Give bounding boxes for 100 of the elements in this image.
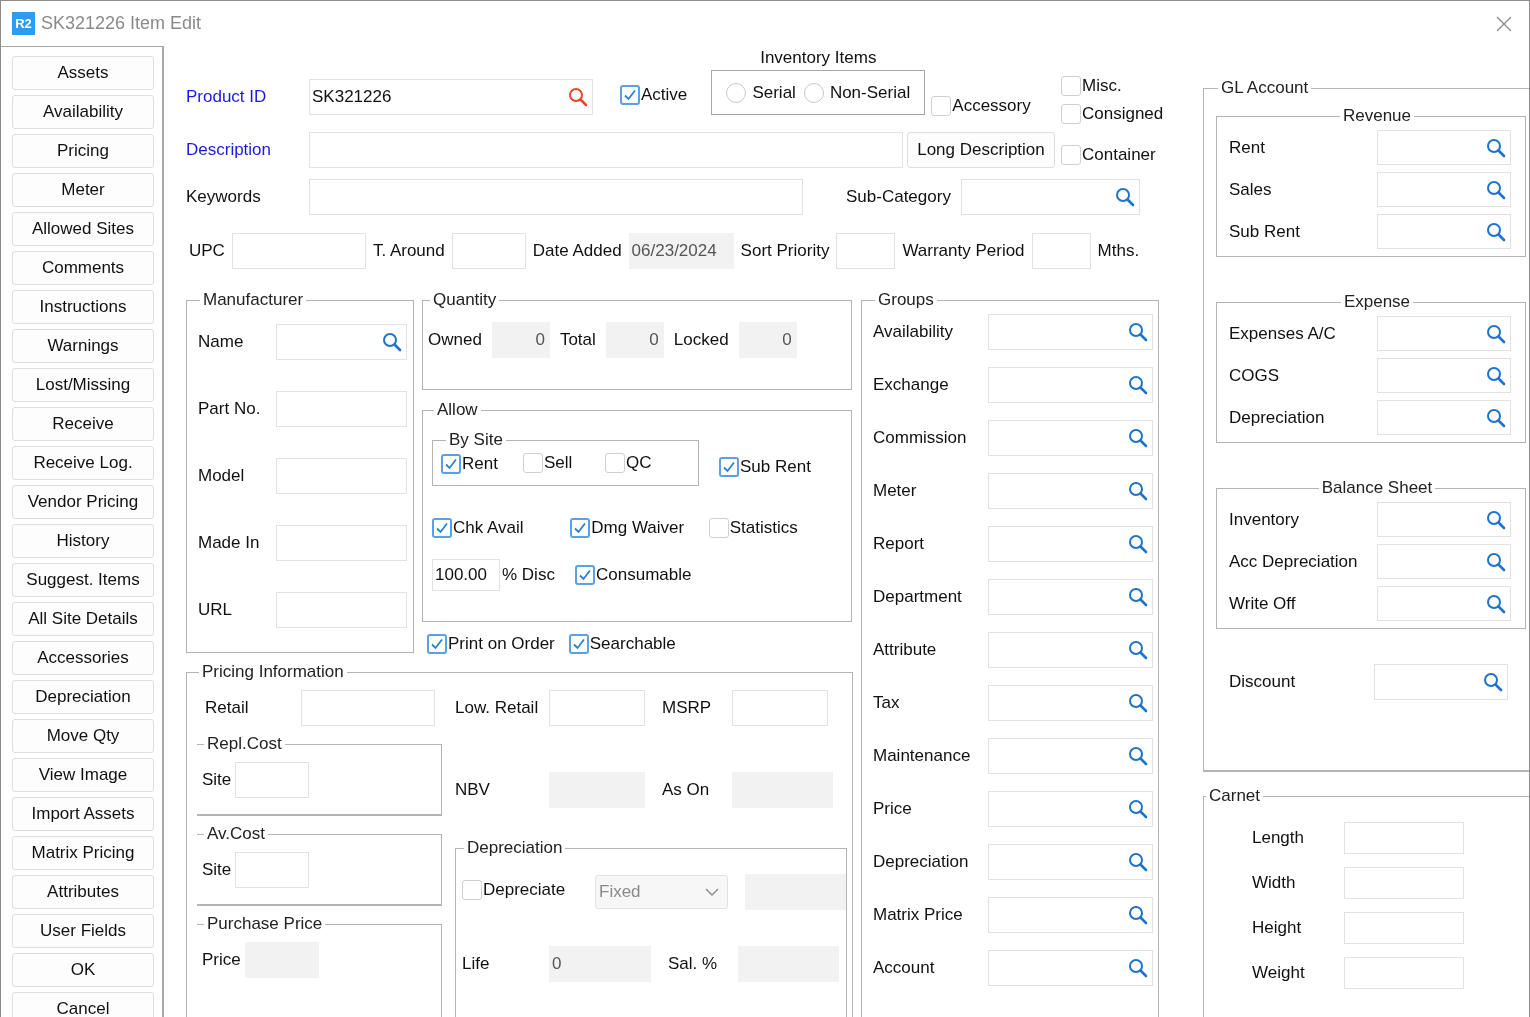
text-field[interactable] bbox=[732, 690, 828, 726]
checkbox[interactable]: Consigned bbox=[1061, 104, 1164, 124]
text-field[interactable] bbox=[988, 844, 1153, 880]
search-icon[interactable] bbox=[1486, 551, 1506, 572]
text-field[interactable] bbox=[1377, 400, 1511, 435]
text-field[interactable]: 0 bbox=[605, 322, 664, 358]
text-field[interactable]: 0 bbox=[491, 322, 550, 358]
text-field[interactable] bbox=[1344, 822, 1464, 854]
text-field[interactable] bbox=[988, 420, 1153, 456]
checkbox[interactable]: Dmg Waiver bbox=[570, 518, 685, 538]
sidebar-button[interactable]: History bbox=[12, 524, 154, 558]
text-field[interactable] bbox=[988, 791, 1153, 827]
text-field[interactable] bbox=[1377, 544, 1511, 579]
text-field[interactable] bbox=[235, 762, 310, 798]
text-field[interactable] bbox=[988, 632, 1153, 668]
text-field[interactable] bbox=[276, 525, 407, 561]
search-icon[interactable] bbox=[1486, 137, 1506, 158]
search-icon[interactable] bbox=[1128, 534, 1148, 554]
search-icon[interactable] bbox=[1128, 905, 1148, 925]
sidebar-button[interactable]: OK bbox=[12, 953, 154, 987]
text-field[interactable] bbox=[988, 738, 1153, 774]
search-icon[interactable] bbox=[1128, 375, 1148, 395]
sidebar-button[interactable]: Accessories bbox=[12, 641, 154, 675]
text-field[interactable] bbox=[276, 324, 407, 360]
text-field[interactable] bbox=[1377, 214, 1511, 249]
sidebar-button[interactable]: Warnings bbox=[12, 329, 154, 363]
search-icon[interactable] bbox=[1128, 428, 1148, 448]
sidebar-button[interactable]: Instructions bbox=[12, 290, 154, 324]
sidebar-button[interactable]: Receive bbox=[12, 407, 154, 441]
sidebar-button[interactable]: Pricing bbox=[12, 134, 154, 168]
search-icon[interactable] bbox=[1486, 323, 1506, 344]
text-field[interactable] bbox=[988, 579, 1153, 615]
sidebar-button[interactable]: Lost/Missing bbox=[12, 368, 154, 402]
text-field[interactable] bbox=[549, 690, 645, 726]
text-field[interactable] bbox=[988, 685, 1153, 721]
checkbox[interactable]: Statistics bbox=[708, 518, 798, 538]
text-field[interactable] bbox=[309, 132, 903, 168]
sidebar-button[interactable]: Assets bbox=[12, 56, 154, 90]
text-field[interactable] bbox=[960, 179, 1140, 215]
checkbox[interactable]: Accessory bbox=[931, 96, 1031, 116]
text-field[interactable] bbox=[1031, 232, 1091, 269]
text-field[interactable] bbox=[309, 179, 803, 215]
text-field[interactable] bbox=[276, 391, 407, 427]
sidebar-button[interactable]: View Image bbox=[12, 758, 154, 792]
search-icon[interactable] bbox=[1128, 852, 1148, 872]
text-field[interactable] bbox=[988, 526, 1153, 562]
text-field[interactable] bbox=[1377, 358, 1511, 393]
search-icon[interactable] bbox=[1128, 958, 1148, 978]
checkbox[interactable]: Searchable bbox=[568, 634, 676, 654]
checkbox[interactable]: Consumable bbox=[575, 565, 692, 585]
text-field[interactable] bbox=[276, 592, 407, 628]
checkbox[interactable]: Container bbox=[1061, 145, 1156, 165]
checkbox[interactable]: Depreciate bbox=[462, 879, 566, 900]
text-field[interactable] bbox=[988, 314, 1153, 350]
text-field[interactable] bbox=[988, 367, 1153, 403]
checkbox[interactable]: Chk Avail bbox=[432, 518, 524, 538]
text-field[interactable] bbox=[1344, 867, 1464, 899]
sidebar-button[interactable]: Vendor Pricing bbox=[12, 485, 154, 519]
radio-button[interactable]: Serial bbox=[726, 82, 796, 103]
checkbox[interactable]: Rent bbox=[441, 454, 498, 474]
search-icon[interactable] bbox=[1114, 187, 1135, 207]
text-field[interactable] bbox=[988, 473, 1153, 509]
search-icon[interactable] bbox=[1128, 746, 1148, 766]
text-field[interactable] bbox=[1344, 912, 1464, 944]
text-field[interactable] bbox=[301, 690, 435, 726]
sidebar-button[interactable]: Comments bbox=[12, 251, 154, 285]
sidebar-button[interactable]: Import Assets bbox=[12, 797, 154, 831]
search-icon[interactable] bbox=[1486, 509, 1506, 530]
sidebar-button[interactable]: Move Qty bbox=[12, 719, 154, 753]
text-field[interactable] bbox=[1377, 172, 1511, 207]
text-field[interactable]: 0 bbox=[549, 946, 651, 982]
text-field[interactable] bbox=[988, 950, 1153, 986]
checkbox[interactable]: QC bbox=[605, 453, 652, 473]
text-field[interactable] bbox=[1377, 316, 1511, 351]
search-icon[interactable] bbox=[1128, 693, 1148, 713]
checkbox[interactable]: Sell bbox=[523, 453, 573, 473]
search-icon[interactable] bbox=[1486, 407, 1506, 428]
search-icon[interactable] bbox=[1486, 179, 1506, 200]
search-icon[interactable] bbox=[1483, 672, 1503, 692]
sidebar-button[interactable]: Availability bbox=[12, 95, 154, 129]
sidebar-button[interactable]: Matrix Pricing bbox=[12, 836, 154, 870]
checkbox[interactable]: Sub Rent bbox=[719, 457, 811, 477]
search-icon[interactable] bbox=[1486, 593, 1506, 614]
search-icon[interactable] bbox=[1486, 221, 1506, 242]
checkbox[interactable]: Misc. bbox=[1061, 76, 1122, 96]
text-field[interactable] bbox=[1377, 130, 1511, 165]
sidebar-button[interactable]: Allowed Sites bbox=[12, 212, 154, 246]
text-field[interactable] bbox=[451, 232, 526, 269]
sidebar-button[interactable]: Suggest. Items bbox=[12, 563, 154, 597]
search-icon[interactable] bbox=[1128, 481, 1148, 501]
sidebar-button[interactable]: User Fields bbox=[12, 914, 154, 948]
search-icon[interactable] bbox=[1486, 365, 1506, 386]
checkbox[interactable]: Active bbox=[620, 85, 688, 105]
search-icon[interactable] bbox=[382, 332, 402, 352]
text-field[interactable] bbox=[276, 458, 407, 494]
search-icon[interactable] bbox=[1128, 640, 1148, 660]
product-id-link[interactable]: Product ID bbox=[186, 86, 309, 107]
text-field[interactable]: 100.00 bbox=[432, 559, 500, 591]
sidebar-button[interactable]: All Site Details bbox=[12, 602, 154, 636]
sidebar-button[interactable]: Depreciation bbox=[12, 680, 154, 714]
